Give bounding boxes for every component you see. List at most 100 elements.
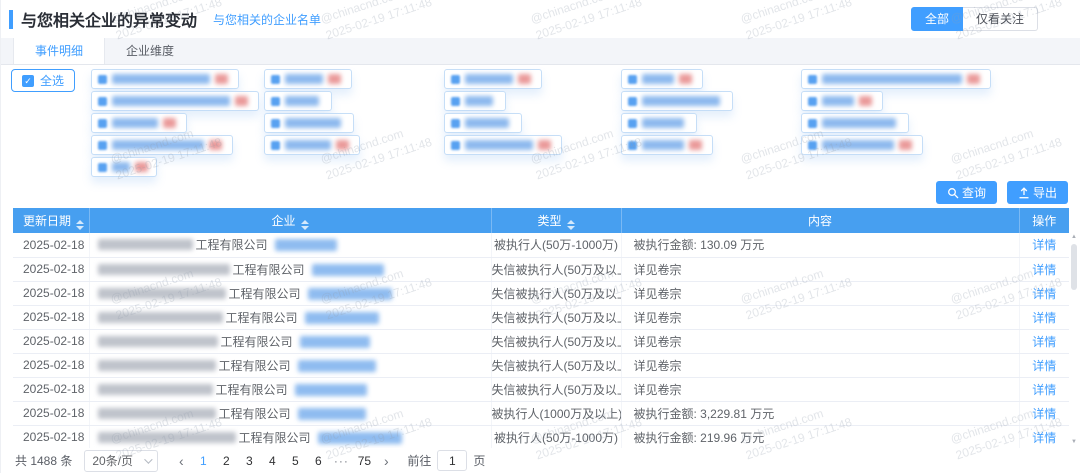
redacted-count xyxy=(518,74,531,84)
filter-item[interactable] xyxy=(801,91,883,111)
goto-page: 前往 页 xyxy=(407,450,485,471)
cell-date: 2025-02-18 xyxy=(13,305,89,329)
detail-link[interactable]: 详情 xyxy=(1032,311,1056,325)
tab-event-detail[interactable]: 事件明细 xyxy=(13,38,105,64)
filter-item[interactable] xyxy=(264,113,354,133)
page-number-button[interactable]: 3 xyxy=(239,450,259,472)
redacted-company-tag xyxy=(298,408,366,420)
checkbox-icon xyxy=(808,119,817,128)
export-button[interactable]: 导出 xyxy=(1007,181,1068,204)
goto-page-input[interactable] xyxy=(437,450,467,471)
cell-company: 工程有限公司 xyxy=(89,353,491,377)
sort-caret-icon[interactable] xyxy=(76,220,84,230)
redacted-filter-label xyxy=(465,118,509,128)
detail-link[interactable]: 详情 xyxy=(1032,383,1056,397)
cell-type: 失信被执行人(50万及以上) xyxy=(491,329,621,353)
sort-asc-icon xyxy=(567,220,575,224)
page-number-button[interactable]: 2 xyxy=(216,450,236,472)
scope-toggle: 全部 仅看关注 xyxy=(911,7,1038,31)
page-size-select[interactable]: 20条/页 xyxy=(84,450,158,472)
filter-item[interactable] xyxy=(801,135,923,155)
detail-link[interactable]: 详情 xyxy=(1032,359,1056,373)
page-number-button[interactable]: 6 xyxy=(308,450,328,472)
page-number-button[interactable]: 75 xyxy=(354,450,374,472)
redacted-count xyxy=(135,162,148,172)
redacted-company-tag xyxy=(318,432,402,444)
tab-company-dimension[interactable]: 企业维度 xyxy=(105,38,195,64)
select-all-button[interactable]: ✓ 全选 xyxy=(11,69,75,92)
filter-item[interactable] xyxy=(91,91,259,111)
detail-link[interactable]: 详情 xyxy=(1032,407,1056,421)
cell-content: 详见卷宗 xyxy=(621,305,1019,329)
scrollbar-up-icon[interactable]: ▲ xyxy=(1071,233,1077,241)
checkbox-icon xyxy=(271,75,280,84)
filter-item[interactable] xyxy=(444,91,506,111)
filter-item[interactable] xyxy=(621,91,733,111)
prev-page-button[interactable]: ‹ xyxy=(172,451,190,471)
checkbox-icon xyxy=(808,75,817,84)
toggle-watch-only-button[interactable]: 仅看关注 xyxy=(963,7,1038,31)
filter-item[interactable] xyxy=(621,135,713,155)
page-size-value: 20条/页 xyxy=(92,452,133,469)
filter-item[interactable] xyxy=(264,69,352,89)
filter-item[interactable] xyxy=(444,69,542,89)
cell-action: 详情 xyxy=(1019,329,1069,353)
sort-caret-icon[interactable] xyxy=(301,220,309,230)
page-number-button[interactable]: 4 xyxy=(262,450,282,472)
checkbox-icon xyxy=(628,141,637,150)
table-scrollbar[interactable]: ▲ ▼ xyxy=(1069,233,1079,446)
sort-caret-icon[interactable] xyxy=(567,220,575,230)
filter-item[interactable] xyxy=(91,157,157,177)
cell-type: 失信被执行人(50万及以上) xyxy=(491,353,621,377)
filter-item[interactable] xyxy=(444,135,562,155)
toggle-all-button[interactable]: 全部 xyxy=(911,7,963,31)
next-page-button[interactable]: › xyxy=(377,451,395,471)
cell-type: 被执行人(1000万及以上) xyxy=(491,401,621,425)
redacted-count xyxy=(538,140,551,150)
filter-item[interactable] xyxy=(621,69,703,89)
filter-item[interactable] xyxy=(801,113,909,133)
cell-action: 详情 xyxy=(1019,425,1069,449)
toolbar: 查询 导出 xyxy=(936,181,1068,204)
filter-item[interactable] xyxy=(91,113,187,133)
redacted-company-tag xyxy=(305,312,379,324)
table-header-date[interactable]: 更新日期 xyxy=(13,208,89,233)
detail-link[interactable]: 详情 xyxy=(1032,335,1056,349)
page-number-button[interactable]: 1 xyxy=(193,450,213,472)
total-count: 共 1488 条 xyxy=(15,452,72,469)
goto-unit: 页 xyxy=(473,452,485,469)
filter-item[interactable] xyxy=(264,91,332,111)
export-icon xyxy=(1018,187,1030,199)
detail-link[interactable]: 详情 xyxy=(1032,263,1056,277)
checkbox-icon xyxy=(98,75,107,84)
detail-link[interactable]: 详情 xyxy=(1032,287,1056,301)
detail-link[interactable]: 详情 xyxy=(1032,238,1056,252)
query-button[interactable]: 查询 xyxy=(936,181,997,204)
cell-date: 2025-02-18 xyxy=(13,377,89,401)
cell-company: 工程有限公司 xyxy=(89,401,491,425)
page-number-button[interactable]: 5 xyxy=(285,450,305,472)
checkbox-checked-icon: ✓ xyxy=(22,75,34,87)
redacted-company-name xyxy=(98,264,230,275)
redacted-filter-label xyxy=(285,118,341,128)
redacted-company-tag xyxy=(295,384,367,396)
redacted-count xyxy=(328,74,341,84)
related-companies-link[interactable]: 与您相关的企业名单 xyxy=(213,11,321,28)
cell-type: 失信被执行人(50万及以上) xyxy=(491,305,621,329)
filter-item[interactable] xyxy=(264,135,360,155)
redacted-filter-label xyxy=(642,74,674,84)
table-header-company[interactable]: 企业 xyxy=(89,208,491,233)
redacted-filter-label xyxy=(642,96,720,106)
table-header-type[interactable]: 类型 xyxy=(491,208,621,233)
filter-item[interactable] xyxy=(91,69,239,89)
cell-type: 被执行人(50万-1000万) xyxy=(491,233,621,257)
redacted-filter-label xyxy=(822,74,962,84)
scrollbar-thumb[interactable] xyxy=(1071,244,1077,290)
detail-link[interactable]: 详情 xyxy=(1032,431,1056,445)
filter-item[interactable] xyxy=(444,113,522,133)
scrollbar-down-icon[interactable]: ▼ xyxy=(1071,438,1077,446)
filter-item[interactable] xyxy=(621,113,697,133)
cell-content: 被执行金额: 130.09 万元 xyxy=(621,233,1019,257)
filter-item[interactable] xyxy=(801,69,991,89)
filter-item[interactable] xyxy=(91,135,233,155)
